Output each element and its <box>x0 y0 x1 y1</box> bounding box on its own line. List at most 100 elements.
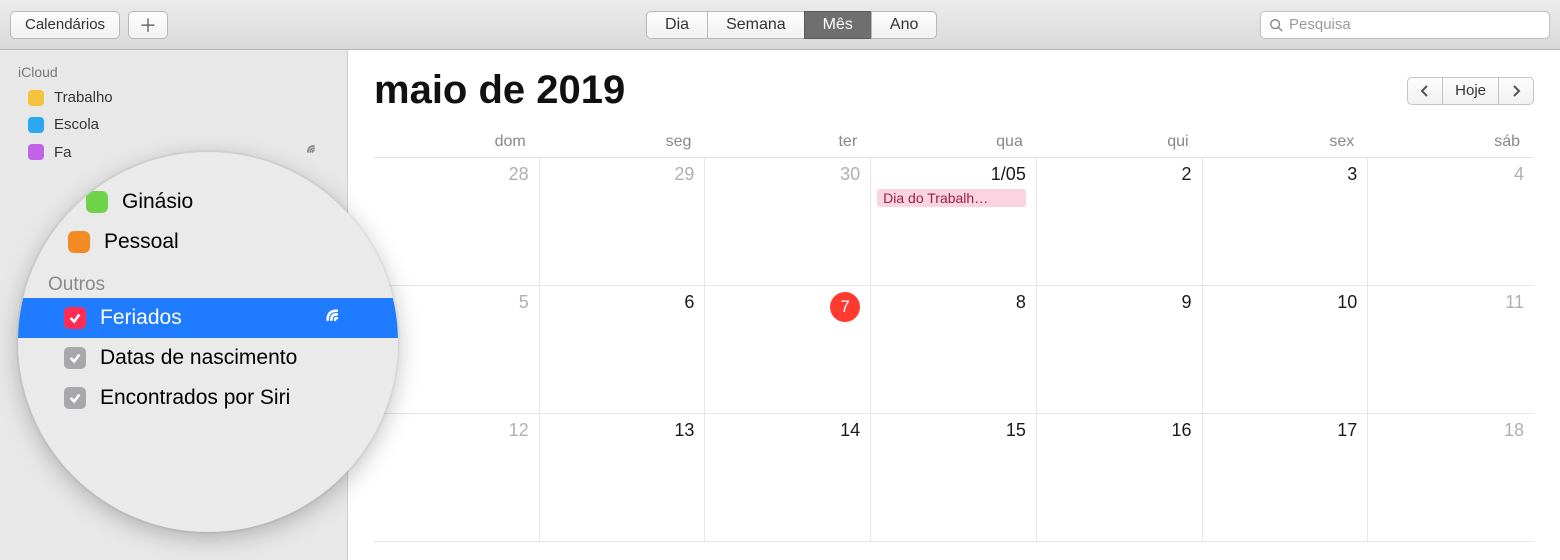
view-day[interactable]: Dia <box>646 11 707 39</box>
day-cell[interactable]: 12 <box>374 414 540 542</box>
event-pill[interactable]: Dia do Trabalh… <box>877 189 1026 207</box>
chevron-left-icon <box>1420 85 1430 97</box>
day-number: 11 <box>1374 292 1524 313</box>
calendar-color-swatch <box>28 117 44 133</box>
search-field-wrap[interactable] <box>1260 11 1550 39</box>
weekday-header: dom seg ter qua qui sex sáb <box>374 127 1534 158</box>
sidebar-item-trabalho[interactable]: Trabalho <box>0 84 347 111</box>
sidebar-item-label: Ginásio <box>122 190 193 214</box>
day-number: 30 <box>711 164 860 185</box>
day-cell[interactable]: 29 <box>540 158 706 286</box>
calendars-button[interactable]: Calendários <box>10 11 120 39</box>
calendar-color-swatch <box>86 191 108 213</box>
calendar-grid: 28 29 30 1/05 Dia do Trabalh… 234 56 789 10 11 12 1… <box>374 158 1534 542</box>
search-icon <box>1269 18 1283 32</box>
day-cell[interactable]: 16 <box>1037 414 1203 542</box>
sidebar-item-label: Pessoal <box>104 230 179 254</box>
weekday-label: seg <box>540 127 706 157</box>
sidebar-item-pessoal[interactable]: Pessoal <box>18 222 398 262</box>
shared-icon <box>305 143 323 161</box>
plus-icon: ＋ <box>139 12 157 38</box>
view-week[interactable]: Semana <box>707 11 804 39</box>
calendar-content: maio de 2019 Hoje dom seg ter qua qui se… <box>348 50 1560 560</box>
month-title: maio de 2019 <box>374 68 625 113</box>
day-cell[interactable]: 17 <box>1203 414 1369 542</box>
calendar-color-swatch <box>28 90 44 106</box>
day-cell[interactable]: 30 <box>705 158 871 286</box>
day-cell[interactable]: 28 <box>374 158 540 286</box>
view-year[interactable]: Ano <box>871 11 937 39</box>
day-number: 17 <box>1209 420 1358 441</box>
weekday-label: sex <box>1203 127 1369 157</box>
checkbox[interactable] <box>64 307 86 329</box>
day-number: 29 <box>546 164 695 185</box>
day-cell[interactable]: 11 <box>1368 286 1534 414</box>
day-number: 8 <box>877 292 1026 313</box>
sidebar-item-label: Fa <box>54 144 72 161</box>
sidebar-item-escola[interactable]: Escola <box>0 111 347 138</box>
prev-month-button[interactable] <box>1407 77 1442 105</box>
weekday-label: qua <box>871 127 1037 157</box>
sidebar-item-nascimento[interactable]: Datas de nascimento <box>18 338 398 378</box>
day-cell[interactable]: 5 <box>374 286 540 414</box>
search-input[interactable] <box>1289 16 1541 33</box>
day-number: 10 <box>1209 292 1358 313</box>
day-number: 14 <box>711 420 860 441</box>
day-cell[interactable]: 4 <box>1368 158 1534 286</box>
day-cell[interactable]: 1/05 Dia do Trabalh… <box>871 158 1037 286</box>
day-number: 18 <box>1374 420 1524 441</box>
day-number: 3 <box>1209 164 1358 185</box>
sidebar-item-label: Encontrados por Siri <box>100 386 290 410</box>
weekday-label: ter <box>705 127 871 157</box>
day-cell[interactable]: 6 <box>540 286 706 414</box>
checkbox[interactable] <box>64 347 86 369</box>
sidebar-section-outros: Outros <box>18 262 398 298</box>
day-cell[interactable]: 13 <box>540 414 706 542</box>
sidebar-item-feriados[interactable]: Feriados <box>18 298 398 338</box>
view-segmented-control: Dia Semana Mês Ano <box>646 11 937 39</box>
calendar-color-swatch <box>28 144 44 160</box>
weekday-label: dom <box>374 127 540 157</box>
view-month[interactable]: Mês <box>804 11 871 39</box>
today-badge: 7 <box>830 292 860 322</box>
day-number: 9 <box>1043 292 1192 313</box>
day-number: 15 <box>877 420 1026 441</box>
day-number: 28 <box>380 164 529 185</box>
day-cell[interactable]: 10 <box>1203 286 1369 414</box>
day-number: 13 <box>546 420 695 441</box>
toolbar: Calendários ＋ Dia Semana Mês Ano <box>0 0 1560 50</box>
day-number: 6 <box>546 292 695 313</box>
month-nav-group: Hoje <box>1407 77 1534 105</box>
day-cell[interactable]: 9 <box>1037 286 1203 414</box>
sidebar-item-label: Trabalho <box>54 89 113 106</box>
day-cell[interactable]: 15 <box>871 414 1037 542</box>
day-cell[interactable]: 8 <box>871 286 1037 414</box>
weekday-label: qui <box>1037 127 1203 157</box>
day-cell[interactable]: 2 <box>1037 158 1203 286</box>
weekday-label: sáb <box>1368 127 1534 157</box>
day-cell[interactable]: 14 <box>705 414 871 542</box>
day-number: 2 <box>1043 164 1192 185</box>
sidebar-item-label: Feriados <box>100 306 182 330</box>
day-cell[interactable]: 3 <box>1203 158 1369 286</box>
check-icon <box>68 391 82 405</box>
sidebar-section-icloud: iCloud <box>0 60 347 84</box>
today-button[interactable]: Hoje <box>1442 77 1499 105</box>
shared-icon <box>324 307 346 329</box>
check-icon <box>68 311 82 325</box>
magnifier-overlay: Ginásio Pessoal Outros Feriados Datas de… <box>18 152 398 532</box>
day-number: 12 <box>380 420 529 441</box>
day-number: 4 <box>1374 164 1524 185</box>
chevron-right-icon <box>1511 85 1521 97</box>
day-number: 16 <box>1043 420 1192 441</box>
next-month-button[interactable] <box>1499 77 1534 105</box>
checkbox[interactable] <box>64 387 86 409</box>
day-cell[interactable]: 7 <box>705 286 871 414</box>
add-button[interactable]: ＋ <box>128 11 168 39</box>
sidebar-item-siri[interactable]: Encontrados por Siri <box>18 378 398 418</box>
sidebar-item-label: Escola <box>54 116 99 133</box>
check-icon <box>68 351 82 365</box>
calendar-color-swatch <box>68 231 90 253</box>
day-cell[interactable]: 18 <box>1368 414 1534 542</box>
day-number: 1/05 <box>877 164 1026 185</box>
